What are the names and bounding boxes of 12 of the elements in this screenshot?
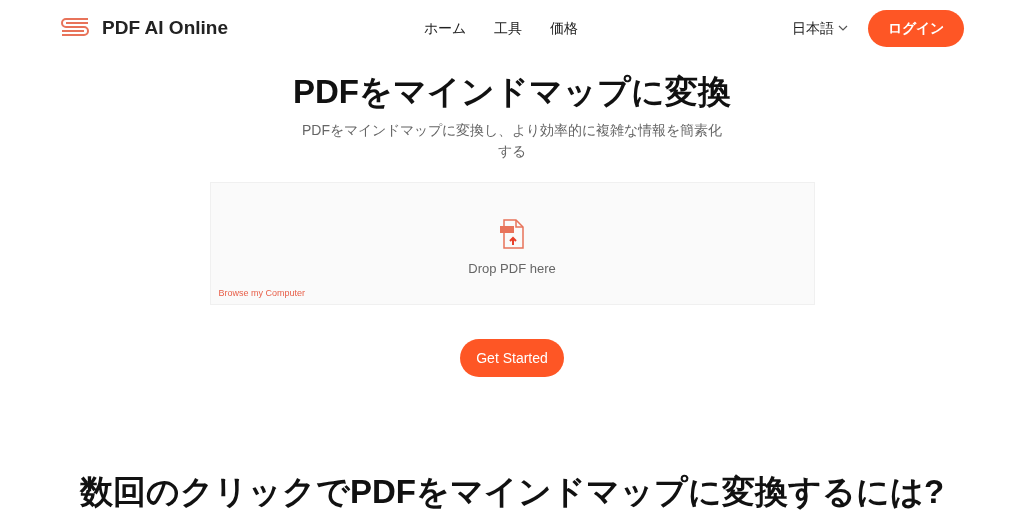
nav-link[interactable]: 価格 bbox=[550, 17, 578, 39]
nav-link[interactable]: ホーム bbox=[424, 17, 466, 39]
pdf-upload-icon bbox=[499, 219, 525, 249]
language-selector[interactable]: 日本語 bbox=[792, 17, 848, 39]
nav-link[interactable]: 工具 bbox=[494, 17, 522, 39]
brand-name[interactable]: PDF AI Online bbox=[102, 13, 228, 43]
drop-hint: Drop PDF here bbox=[468, 260, 556, 278]
page-subtitle: PDFをマインドマップに変換し、より効率的に複雑な情報を簡素化する bbox=[301, 121, 723, 161]
chevron-down-icon bbox=[838, 25, 848, 31]
dropzone[interactable]: Drop PDF here Browse my Computer bbox=[209, 182, 815, 305]
page-title: PDFをマインドマップに変換 bbox=[293, 72, 731, 112]
section-title: 数回のクリックでPDFをマインドマップに変換するには? bbox=[79, 472, 945, 512]
